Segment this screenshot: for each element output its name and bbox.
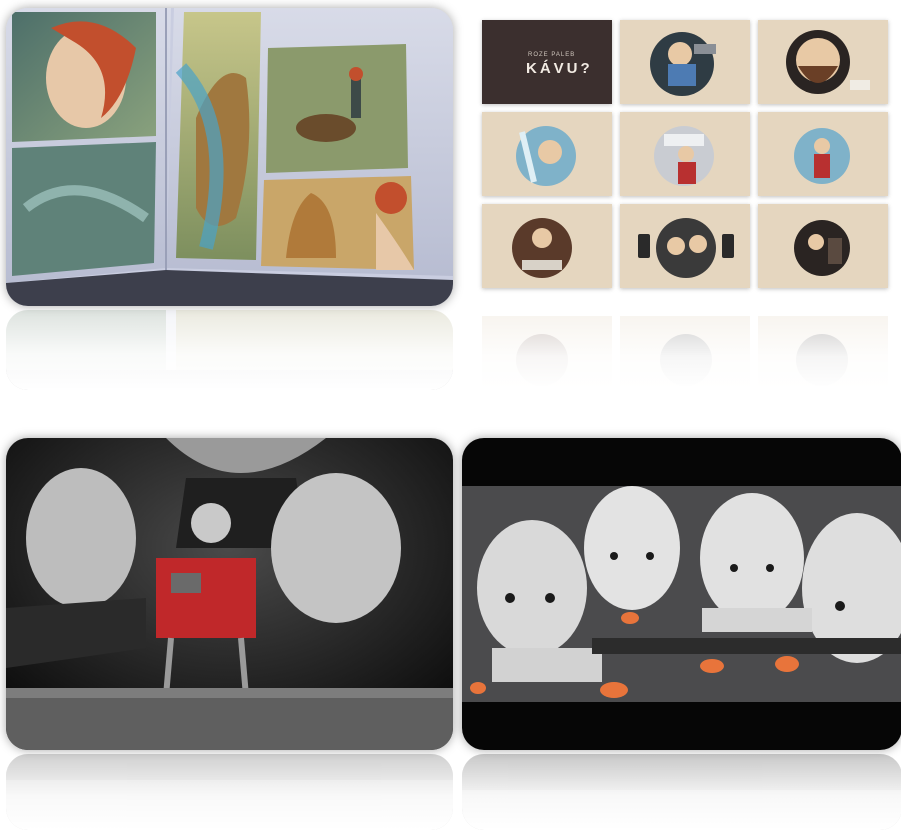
kavu-title-text: KÁVU? — [526, 60, 593, 77]
illustration-coffee-machine — [758, 204, 888, 288]
kavu-small-text: ROZE PALEB — [528, 52, 576, 58]
comic-book-image — [6, 8, 453, 306]
coffee-illustrations-reflection — [474, 316, 896, 390]
illustration-man-at-table — [482, 204, 612, 288]
robot-figure-reflection — [6, 754, 453, 830]
puppets-photo[interactable] — [462, 438, 901, 750]
illustration-shower — [482, 112, 612, 196]
illustration-waiter — [758, 112, 888, 196]
robot-figure-photo[interactable] — [6, 438, 453, 750]
kavu-title-card: ROZE PALEB KÁVU? — [482, 20, 612, 104]
puppets-reflection — [462, 754, 901, 830]
illustration-couple-phones — [620, 204, 750, 288]
coffee-illustrations-grid[interactable]: ROZE PALEB KÁVU? — [474, 8, 896, 300]
comic-book-photo[interactable] — [6, 8, 453, 306]
illustration-bearded-man — [758, 20, 888, 104]
illustration-train — [620, 112, 750, 196]
puppets-image — [462, 438, 901, 750]
illustration-man-laptop — [620, 20, 750, 104]
robot-figure-image — [6, 438, 453, 750]
comic-book-reflection — [6, 310, 453, 390]
